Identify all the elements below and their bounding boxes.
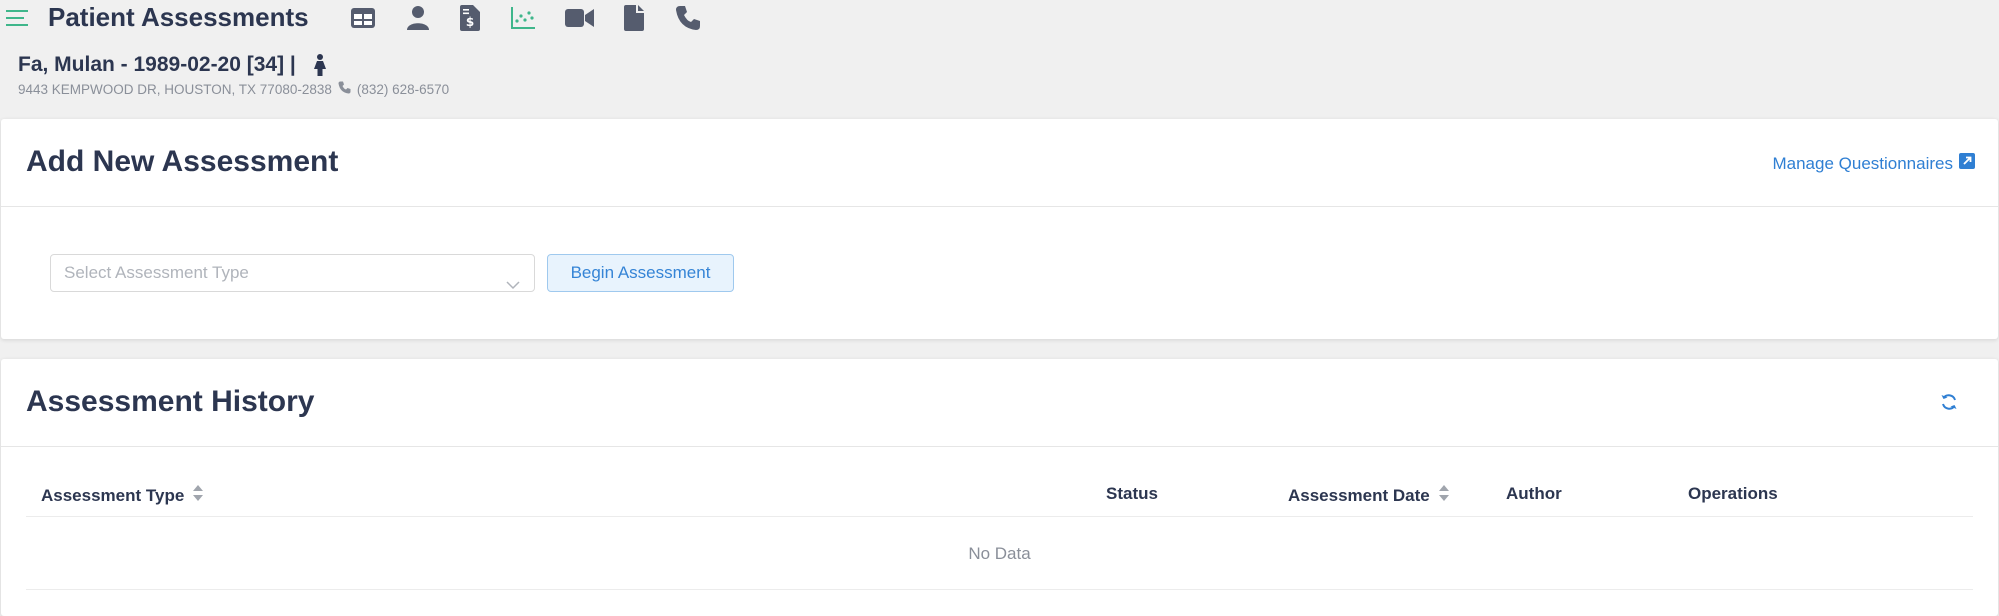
assessment-history-table: Assessment Type Status Assessment Date A… (26, 469, 1973, 590)
card-header: Add New Assessment Manage Questionnaires (1, 119, 1998, 207)
assessment-history-card: Assessment History Assessment Type Statu… (1, 359, 1998, 616)
external-link-icon (1959, 153, 1975, 174)
col-assessment-date[interactable]: Assessment Date (1288, 484, 1450, 507)
phone-small-icon (338, 81, 351, 97)
video-icon[interactable] (565, 4, 595, 32)
top-bar: Patient Assessments $ (0, 0, 1999, 36)
chevron-down-icon (506, 267, 520, 303)
select-placeholder: Select Assessment Type (64, 263, 249, 282)
card-header: Assessment History (1, 359, 1998, 447)
sort-icon (1438, 484, 1450, 507)
refresh-icon[interactable] (1940, 393, 1958, 416)
manage-questionnaires-label: Manage Questionnaires (1772, 153, 1953, 173)
assessment-history-title: Assessment History (26, 385, 315, 418)
col-operations: Operations (1688, 484, 1778, 504)
table-icon[interactable] (348, 4, 378, 32)
phone-text: (832) 628-6570 (356, 81, 450, 97)
col-assessment-date-label: Assessment Date (1288, 485, 1430, 505)
hamburger-menu-icon[interactable] (6, 7, 30, 29)
svg-text:$: $ (466, 15, 474, 29)
patient-address: 9443 KEMPWOOD DR, HOUSTON, TX 77080-2838… (18, 81, 449, 97)
add-assessment-card: Add New Assessment Manage Questionnaires… (1, 119, 1998, 339)
address-text: 9443 KEMPWOOD DR, HOUSTON, TX 77080-2838 (18, 81, 332, 97)
manage-questionnaires-link[interactable]: Manage Questionnaires (1772, 153, 1975, 174)
assessment-type-select[interactable]: Select Assessment Type (50, 254, 535, 292)
scatter-chart-icon[interactable] (508, 4, 538, 32)
col-assessment-type-label: Assessment Type (41, 485, 185, 505)
col-author: Author (1506, 484, 1562, 504)
col-operations-label: Operations (1688, 484, 1778, 503)
table-header-row: Assessment Type Status Assessment Date A… (26, 469, 1973, 517)
begin-assessment-button[interactable]: Begin Assessment (547, 254, 734, 292)
col-author-label: Author (1506, 484, 1562, 503)
col-status-label: Status (1106, 484, 1158, 503)
add-assessment-title: Add New Assessment (26, 145, 339, 178)
page-title: Patient Assessments (48, 2, 309, 32)
person-icon[interactable] (403, 4, 433, 32)
billing-document-icon[interactable]: $ (455, 4, 485, 32)
col-assessment-type[interactable]: Assessment Type (41, 484, 204, 507)
patient-name: Fa, Mulan - 1989-02-20 [34] | (18, 53, 296, 76)
col-status: Status (1106, 484, 1158, 504)
phone-icon[interactable] (673, 4, 703, 32)
no-data-message: No Data (26, 517, 1973, 590)
file-icon[interactable] (619, 4, 649, 32)
sort-icon (192, 484, 204, 507)
female-icon (312, 54, 328, 76)
